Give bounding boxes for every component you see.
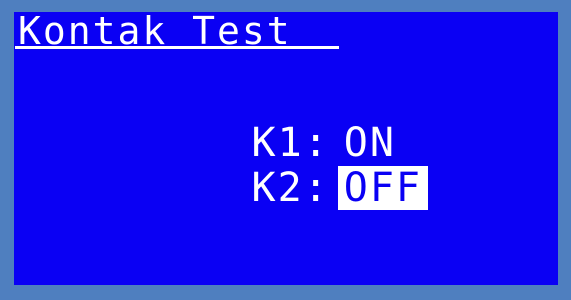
lcd-screen: Kontak Test K1: ON K2: OFF [14, 12, 558, 285]
title-underline [15, 46, 339, 49]
contact-value-k2[interactable]: OFF [337, 166, 428, 210]
contact-row-k2: K2: OFF [95, 122, 428, 254]
contact-label-k2: K2: [251, 165, 330, 211]
lcd-frame: Kontak Test K1: ON K2: OFF [0, 0, 571, 300]
